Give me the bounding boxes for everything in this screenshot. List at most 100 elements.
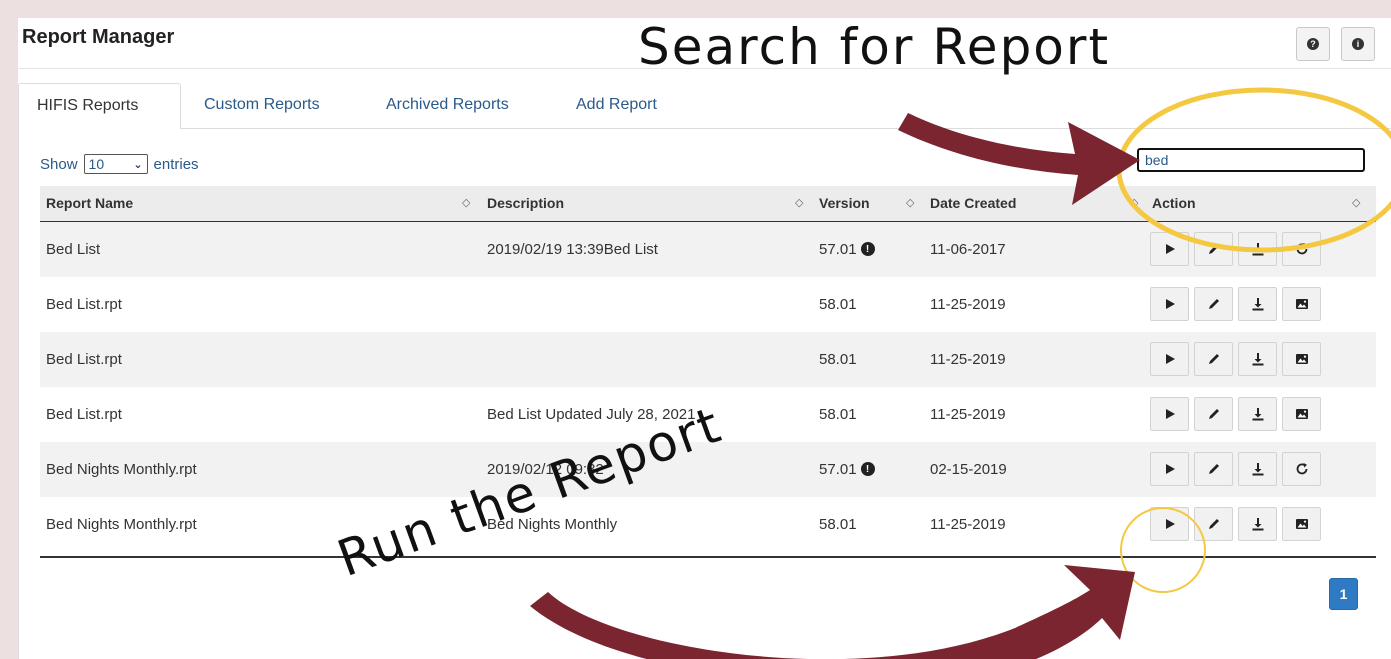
col-version[interactable]: Version [819,186,870,221]
tab-hifis-reports[interactable]: HIFIS Reports [18,83,181,129]
tab-content-border [18,129,19,659]
row-actions [1150,342,1321,376]
version-cell: 58.01 [819,277,857,332]
play-icon [1164,518,1176,530]
version-value: 58.01 [819,406,857,423]
col-description[interactable]: Description [487,186,564,221]
download-report-button[interactable] [1238,342,1277,376]
run-report-button[interactable] [1150,452,1189,486]
chevron-down-icon: ⌄ [133,158,143,171]
run-report-button[interactable] [1150,342,1189,376]
table-footer-rule [40,556,1376,558]
table-row: Bed Nights Monthly.rpt Bed Nights Monthly… [40,497,1376,552]
report-name-cell: Bed List.rpt [46,406,122,423]
report-name-cell: Bed List [46,241,101,258]
filter-input[interactable] [1137,148,1365,172]
date-created-cell: 11-25-2019 [930,406,1006,423]
date-created-cell: 11-25-2019 [930,351,1006,368]
download-icon [1251,407,1265,421]
download-report-button[interactable] [1238,452,1277,486]
update-report-button[interactable] [1282,232,1321,266]
version-value: 58.01 [819,351,857,368]
version-value: 58.01 [819,516,857,533]
annotation-search-for-report: Search for Report [638,18,1111,76]
preview-report-button[interactable] [1282,507,1321,541]
download-report-button[interactable] [1238,232,1277,266]
play-icon [1164,408,1176,420]
help-icon: ? [1307,38,1319,50]
image-icon [1295,352,1309,366]
pencil-icon [1207,242,1221,256]
version-cell: 57.01! [819,442,875,497]
row-actions [1150,452,1321,486]
version-info-icon[interactable]: ! [860,462,875,477]
entries-label: entries [153,155,199,173]
preview-report-button[interactable] [1282,397,1321,431]
page-title: Report Manager [22,26,175,48]
table-row: Bed List 2019/02/19 13:39Bed List 57.01! 11… [40,222,1376,277]
pagination-page-1[interactable]: 1 [1329,578,1358,610]
help-button[interactable]: ? [1296,27,1330,61]
run-report-button[interactable] [1150,507,1189,541]
image-icon [1295,297,1309,311]
table-row: Bed List.rpt 58.01 11-25-2019 [40,332,1376,387]
edit-report-button[interactable] [1194,397,1233,431]
pencil-icon [1207,462,1221,476]
sort-icon[interactable]: ◇ [462,186,470,221]
filter-label: Filter: [1038,154,1076,171]
pencil-icon [1207,352,1221,366]
entries-select-value: 10 [88,156,105,172]
report-manager-panel: Report Manager ? i HIFIS Reports Custom … [18,18,1391,659]
preview-report-button[interactable] [1282,342,1321,376]
download-report-button[interactable] [1238,287,1277,321]
report-name-cell: Bed List.rpt [46,296,122,313]
tab-custom-reports[interactable]: Custom Reports [186,83,338,128]
row-actions [1150,507,1321,541]
entries-length-control: Show 10 ⌄ entries [40,154,199,174]
row-actions [1150,397,1321,431]
date-created-cell: 02-15-2019 [930,461,1007,478]
run-report-button[interactable] [1150,232,1189,266]
download-icon [1251,462,1265,476]
sort-icon[interactable]: ◇ [1352,186,1360,221]
version-value: 57.01 [819,461,857,478]
edit-report-button[interactable] [1194,507,1233,541]
edit-report-button[interactable] [1194,452,1233,486]
col-date-created[interactable]: Date Created [930,186,1016,221]
row-actions [1150,287,1321,321]
play-icon [1164,298,1176,310]
col-report-name[interactable]: Report Name [46,186,133,221]
play-icon [1164,243,1176,255]
edit-report-button[interactable] [1194,342,1233,376]
version-value: 57.01 [819,241,857,258]
report-name-cell: Bed Nights Monthly.rpt [46,516,197,533]
date-created-cell: 11-06-2017 [930,241,1006,258]
run-report-button[interactable] [1150,397,1189,431]
download-icon [1251,517,1265,531]
update-report-button[interactable] [1282,452,1321,486]
sort-icon[interactable]: ◇ [906,186,914,221]
version-cell: 58.01 [819,387,857,442]
edit-report-button[interactable] [1194,232,1233,266]
tabs-divider [18,128,1391,129]
pencil-icon [1207,407,1221,421]
tab-add-report[interactable]: Add Report [558,83,675,128]
download-report-button[interactable] [1238,507,1277,541]
edit-report-button[interactable] [1194,287,1233,321]
description-cell: 2019/02/19 13:39Bed List [487,241,658,258]
entries-select[interactable]: 10 ⌄ [83,154,148,174]
pencil-icon [1207,297,1221,311]
download-icon [1251,297,1265,311]
tab-archived-reports[interactable]: Archived Reports [368,83,527,128]
row-actions [1150,232,1321,266]
sort-icon[interactable]: ◇ [795,186,803,221]
pencil-icon [1207,517,1221,531]
download-report-button[interactable] [1238,397,1277,431]
version-info-icon[interactable]: ! [860,242,875,257]
image-icon [1295,407,1309,421]
run-report-button[interactable] [1150,287,1189,321]
preview-report-button[interactable] [1282,287,1321,321]
col-action: Action [1152,195,1196,211]
sort-icon[interactable]: ◇ [1130,186,1138,221]
info-button[interactable]: i [1341,27,1375,61]
